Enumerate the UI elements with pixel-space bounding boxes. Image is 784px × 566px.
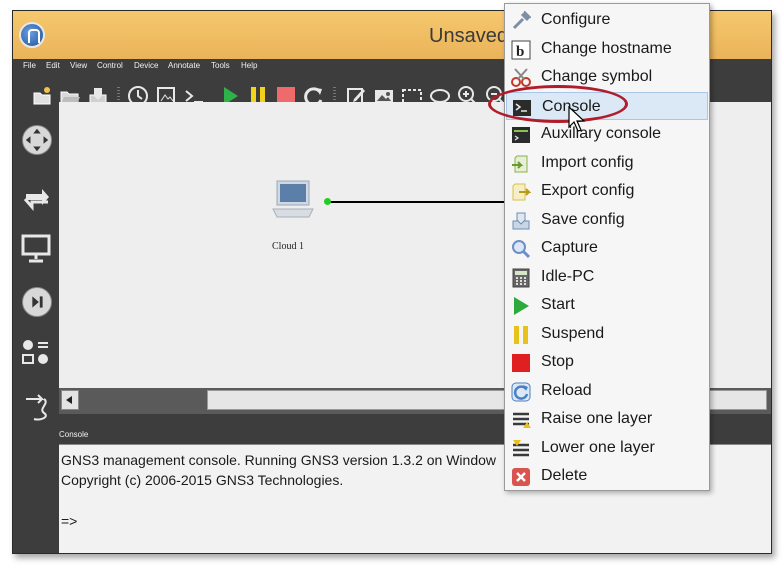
delete-icon bbox=[512, 468, 530, 486]
cloud-node-icon[interactable] bbox=[271, 179, 315, 221]
suspend-icon bbox=[514, 325, 528, 344]
security-devices-icon[interactable] bbox=[22, 287, 52, 317]
svg-text:b: b bbox=[516, 44, 524, 60]
menu-item-label: Delete bbox=[541, 467, 588, 484]
save-config-icon bbox=[512, 212, 530, 229]
menu-item-export-config[interactable]: Export config bbox=[506, 177, 708, 205]
end-devices-icon[interactable] bbox=[20, 233, 52, 265]
menu-edit[interactable]: Edit bbox=[46, 61, 60, 70]
console-line: GNS3 management console. Running GNS3 ve… bbox=[61, 452, 497, 468]
reload-icon bbox=[511, 382, 531, 401]
menu-item-start[interactable]: Start bbox=[506, 291, 708, 319]
menu-item-label: Capture bbox=[541, 239, 598, 256]
menu-item-label: Import config bbox=[541, 153, 634, 171]
menu-item-label: Start bbox=[541, 296, 575, 313]
menu-item-label: Change hostname bbox=[541, 39, 672, 57]
import-config-icon bbox=[512, 155, 528, 172]
menu-item-label: Lower one layer bbox=[541, 438, 655, 456]
idle-pc-icon bbox=[512, 268, 530, 287]
new-project-icon[interactable] bbox=[31, 85, 53, 107]
device-dock bbox=[13, 115, 59, 553]
aux-console-icon bbox=[512, 127, 530, 143]
mouse-cursor-icon bbox=[568, 106, 586, 132]
routers-icon[interactable] bbox=[22, 125, 52, 155]
node-label: Cloud 1 bbox=[272, 241, 304, 252]
scroll-left-arrow-icon[interactable] bbox=[61, 390, 79, 410]
menu-annotate[interactable]: Annotate bbox=[168, 61, 200, 70]
menu-item-label: Stop bbox=[541, 353, 574, 370]
menu-item-configure[interactable]: Configure bbox=[506, 6, 708, 34]
gns3-logo-icon bbox=[19, 22, 45, 48]
menu-item-idle-pc[interactable]: Idle-PC bbox=[506, 263, 708, 291]
menu-item-label: Export config bbox=[541, 182, 635, 199]
menu-item-label: Reload bbox=[541, 381, 592, 399]
lower-layer-icon bbox=[513, 439, 529, 456]
menu-help[interactable]: Help bbox=[241, 61, 257, 70]
console-title: Console bbox=[59, 430, 89, 439]
menu-item-label: Suspend bbox=[541, 324, 605, 342]
menu-item-import-config[interactable]: Import config bbox=[506, 149, 708, 177]
raise-layer-icon bbox=[513, 412, 531, 428]
window-title: Unsaved bbox=[429, 25, 508, 47]
screenshot-frame: Unsaved File Edit View Control Device An… bbox=[0, 0, 784, 566]
annotation-ellipse bbox=[488, 85, 628, 123]
menu-item-auxiliary-console[interactable]: Auxiliary console bbox=[506, 120, 708, 148]
menu-item-label: Save config bbox=[541, 210, 625, 228]
menu-item-label: Auxiliary console bbox=[541, 125, 662, 142]
port-indicator bbox=[324, 198, 331, 205]
symbol-icon bbox=[511, 68, 531, 87]
stop-icon bbox=[512, 354, 530, 372]
console-line: Copyright (c) 2006-2015 GNS3 Technologie… bbox=[61, 472, 344, 488]
menu-device[interactable]: Device bbox=[134, 61, 158, 70]
menu-file[interactable]: File bbox=[23, 61, 36, 70]
menu-item-delete[interactable]: Delete bbox=[506, 462, 708, 490]
hostname-icon: b bbox=[511, 40, 531, 60]
add-link-icon[interactable] bbox=[22, 391, 52, 423]
scroll-track[interactable] bbox=[83, 390, 207, 410]
console-prompt[interactable]: => bbox=[61, 513, 77, 529]
menu-view[interactable]: View bbox=[70, 61, 87, 70]
configure-icon bbox=[512, 11, 531, 30]
capture-icon bbox=[512, 240, 531, 259]
menu-item-label: Raise one layer bbox=[541, 410, 653, 427]
all-devices-icon[interactable] bbox=[20, 337, 52, 369]
menu-item-label: Configure bbox=[541, 11, 611, 28]
menu-item-label: Idle-PC bbox=[541, 267, 595, 285]
start-icon bbox=[514, 297, 529, 315]
menu-item-stop[interactable]: Stop bbox=[506, 348, 708, 376]
menu-control[interactable]: Control bbox=[97, 61, 123, 70]
menu-item-capture[interactable]: Capture bbox=[506, 234, 708, 262]
menu-item-label: Change symbol bbox=[541, 68, 653, 85]
menu-tools[interactable]: Tools bbox=[211, 61, 230, 70]
link-line[interactable] bbox=[329, 201, 513, 203]
menu-item-lower-one-layer[interactable]: Lower one layer bbox=[506, 434, 708, 462]
menu-item-raise-one-layer[interactable]: Raise one layer bbox=[506, 405, 708, 433]
export-config-icon bbox=[512, 183, 531, 201]
menu-item-reload[interactable]: Reload bbox=[506, 377, 708, 405]
menu-item-save-config[interactable]: Save config bbox=[506, 206, 708, 234]
switches-icon[interactable] bbox=[22, 183, 52, 213]
menu-item-suspend[interactable]: Suspend bbox=[506, 320, 708, 348]
menu-item-change-hostname[interactable]: b Change hostname bbox=[506, 35, 708, 63]
node-context-menu: Configure b Change hostname Change symbo… bbox=[504, 3, 710, 491]
